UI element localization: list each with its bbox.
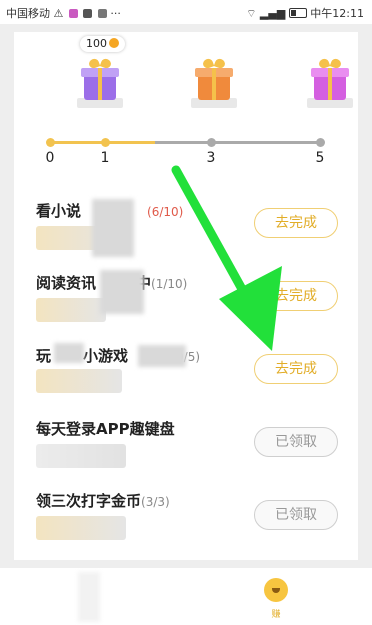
green-arrow-annotation bbox=[171, 165, 282, 351]
redaction bbox=[78, 572, 100, 622]
bottom-nav bbox=[0, 568, 372, 625]
smile-coin-icon[interactable] bbox=[264, 578, 288, 602]
tab-earn-label[interactable]: 赚 bbox=[266, 607, 286, 620]
